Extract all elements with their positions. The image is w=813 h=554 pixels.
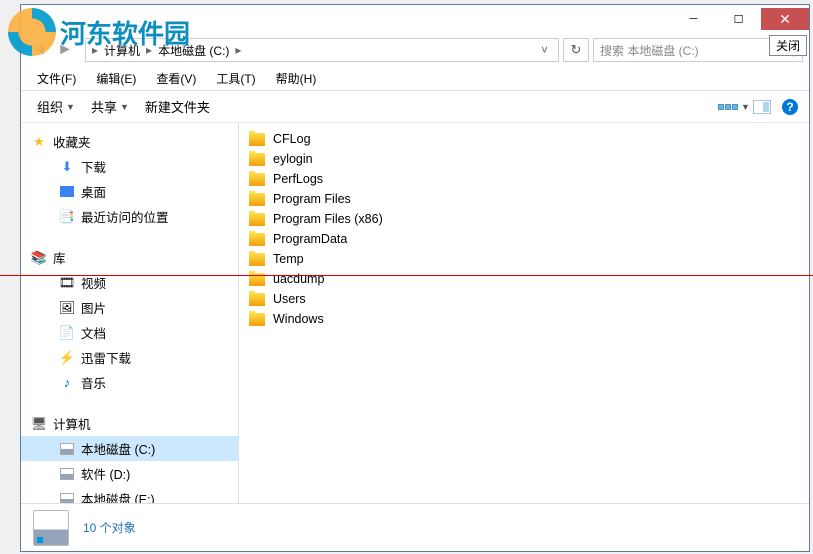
file-row[interactable]: Windows [239, 309, 809, 329]
help-button[interactable]: ? [779, 96, 801, 118]
sidebar-favorites-header[interactable]: ★ 收藏夹 [21, 129, 238, 154]
breadcrumb-item[interactable]: 本地磁盘 (C:) [154, 42, 233, 59]
sidebar-item-recent[interactable]: 📑 最近访问的位置 [21, 204, 238, 229]
menu-bar: 文件(F) 编辑(E) 查看(V) 工具(T) 帮助(H) [21, 67, 809, 91]
menu-tools[interactable]: 工具(T) [206, 68, 265, 89]
sidebar-item-pictures[interactable]: 🖼 图片 [21, 295, 238, 320]
organize-button[interactable]: 组织 ▼ [29, 93, 83, 120]
chevron-down-icon: ▼ [120, 102, 129, 112]
preview-pane-button[interactable] [751, 96, 773, 118]
file-row[interactable]: Program Files [239, 189, 809, 209]
new-folder-button[interactable]: 新建文件夹 [137, 93, 218, 120]
share-button[interactable]: 共享 ▼ [83, 93, 137, 120]
menu-help[interactable]: 帮助(H) [266, 68, 327, 89]
breadcrumb[interactable]: ▸ 计算机 ▸ 本地磁盘 (C:) ▸ ˅ [85, 38, 559, 62]
sidebar-item-thunder[interactable]: ⚡ 迅雷下载 [21, 345, 238, 370]
file-row[interactable]: Program Files (x86) [239, 209, 809, 229]
svg-text:?: ? [786, 100, 793, 114]
menu-file[interactable]: 文件(F) [27, 68, 86, 89]
maximize-button[interactable]: ☐ [716, 8, 761, 30]
library-icon: 📚 [31, 250, 47, 266]
folder-icon [249, 253, 265, 266]
minimize-button[interactable]: ─ [671, 8, 716, 30]
computer-icon: 🖥 [31, 416, 47, 432]
breadcrumb-dropdown-icon[interactable]: ˅ [535, 43, 554, 57]
desktop-icon [59, 184, 75, 200]
star-icon: ★ [31, 134, 47, 150]
sidebar-item-drive-e[interactable]: 本地磁盘 (E:) [21, 486, 238, 503]
drive-icon [59, 441, 75, 457]
folder-icon [249, 293, 265, 306]
drive-icon [59, 466, 75, 482]
file-list[interactable]: CFLog eylogin PerfLogs Program Files Pro… [239, 123, 809, 503]
folder-icon [249, 313, 265, 326]
chevron-down-icon: ▼ [741, 102, 750, 112]
file-row[interactable]: ProgramData [239, 229, 809, 249]
refresh-button[interactable]: ↻ [563, 38, 589, 62]
navigation-pane: ★ 收藏夹 ⬇ 下载 桌面 📑 最近访问的位置 📚 [21, 123, 239, 503]
sidebar-item-videos[interactable]: 🎞 视频 [21, 270, 238, 295]
close-button[interactable]: ✕ [761, 8, 809, 30]
sidebar-libraries-header[interactable]: 📚 库 [21, 245, 238, 270]
drive-large-icon [33, 510, 69, 546]
drive-icon [59, 491, 75, 504]
chevron-right-icon: ▸ [233, 43, 243, 57]
sidebar-computer-header[interactable]: 🖥 计算机 [21, 411, 238, 436]
menu-edit[interactable]: 编辑(E) [86, 68, 146, 89]
status-bar: 10 个对象 [21, 503, 809, 551]
sidebar-item-drive-d[interactable]: 软件 (D:) [21, 461, 238, 486]
file-row[interactable]: eylogin [239, 149, 809, 169]
explorer-window: ─ ☐ ✕ 关闭 ◄ ► ▸ 计算机 ▸ 本地磁盘 (C:) ▸ ˅ ↻ 搜索 … [20, 4, 810, 552]
thunder-icon: ⚡ [59, 350, 75, 366]
folder-icon [249, 273, 265, 286]
search-placeholder: 搜索 本地磁盘 (C:) [600, 42, 699, 59]
sidebar-item-music[interactable]: ♪ 音乐 [21, 370, 238, 395]
folder-icon [249, 153, 265, 166]
folder-icon [249, 233, 265, 246]
document-icon: 📄 [59, 325, 75, 341]
chevron-right-icon: ▸ [90, 43, 100, 57]
folder-icon [249, 213, 265, 226]
file-row[interactable]: Users [239, 289, 809, 309]
file-row[interactable]: PerfLogs [239, 169, 809, 189]
picture-icon: 🖼 [59, 300, 75, 316]
sidebar-item-drive-c[interactable]: 本地磁盘 (C:) [21, 436, 238, 461]
file-row[interactable]: CFLog [239, 129, 809, 149]
folder-icon [249, 133, 265, 146]
back-button[interactable]: ◄ [27, 38, 51, 62]
close-tooltip: 关闭 [769, 35, 807, 56]
music-icon: ♪ [59, 375, 75, 391]
folder-icon [249, 193, 265, 206]
sidebar-item-desktop[interactable]: 桌面 [21, 179, 238, 204]
chevron-down-icon: ▼ [66, 102, 75, 112]
address-bar: ◄ ► ▸ 计算机 ▸ 本地磁盘 (C:) ▸ ˅ ↻ 搜索 本地磁盘 (C:)… [21, 33, 809, 67]
video-icon: 🎞 [59, 275, 75, 291]
titlebar: ─ ☐ ✕ [21, 5, 809, 33]
file-row[interactable]: uacdump [239, 269, 809, 289]
content-area: ★ 收藏夹 ⬇ 下载 桌面 📑 最近访问的位置 📚 [21, 123, 809, 503]
breadcrumb-item[interactable]: 计算机 [100, 42, 144, 59]
status-count: 10 个对象 [83, 519, 136, 536]
view-options-button[interactable]: ▼ [723, 96, 745, 118]
recent-icon: 📑 [59, 209, 75, 225]
sidebar-item-documents[interactable]: 📄 文档 [21, 320, 238, 345]
forward-button[interactable]: ► [53, 38, 77, 62]
chevron-right-icon: ▸ [144, 43, 154, 57]
folder-icon [249, 173, 265, 186]
download-icon: ⬇ [59, 159, 75, 175]
menu-view[interactable]: 查看(V) [146, 68, 206, 89]
sidebar-item-downloads[interactable]: ⬇ 下载 [21, 154, 238, 179]
toolbar: 组织 ▼ 共享 ▼ 新建文件夹 ▼ ? [21, 91, 809, 123]
file-row[interactable]: Temp [239, 249, 809, 269]
